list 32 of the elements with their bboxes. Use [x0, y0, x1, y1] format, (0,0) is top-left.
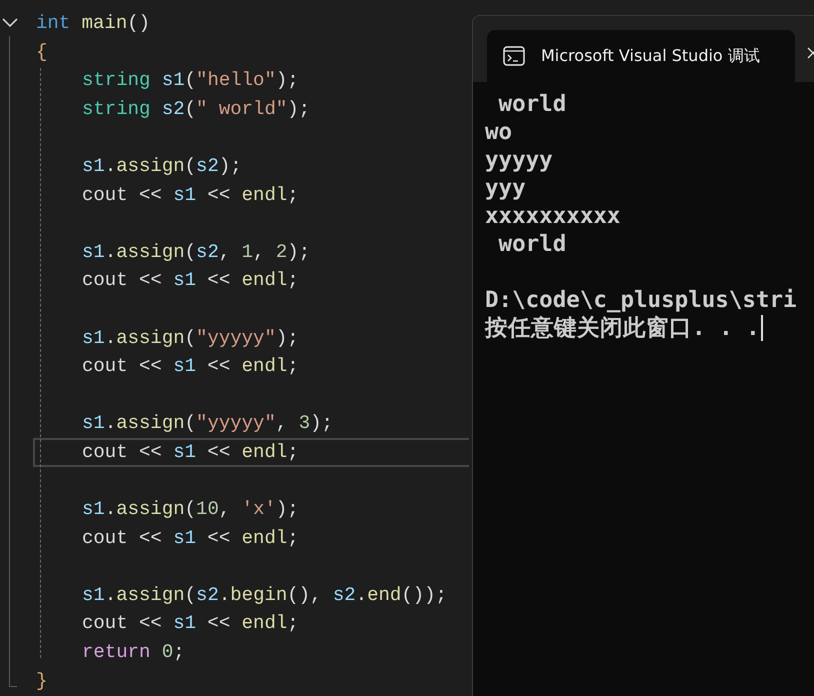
tab-title: Microsoft Visual Studio 调试	[541, 46, 760, 66]
output-line: 按任意键关闭此窗口. . .	[485, 314, 760, 342]
text-cursor	[760, 315, 763, 341]
code-line: s1.assign(s2.begin(), s2.end());	[81, 584, 447, 606]
terminal-icon	[503, 46, 525, 66]
code-line: s1.assign(10, 'x');	[81, 498, 299, 520]
code-line: cout << s1 << endl;	[81, 612, 299, 634]
terminal-tab[interactable]: Microsoft Visual Studio 调试	[487, 30, 795, 82]
output-line: world	[498, 90, 566, 118]
output-line: xxxxxxxxxx	[485, 202, 620, 230]
output-line: wo	[485, 118, 512, 146]
code-line: }	[36, 670, 48, 692]
code-line: cout << s1 << endl;	[81, 355, 299, 378]
collapse-chevron-icon[interactable]	[2, 18, 18, 28]
code-line: s1.assign("yyyyy");	[81, 326, 299, 349]
code-line: s1.assign("yyyyy", 3);	[81, 412, 333, 434]
output-line: D:\code\c_plusplus\stri	[485, 286, 797, 314]
code-line: string s1("hello");	[81, 69, 299, 92]
close-icon[interactable]	[807, 47, 814, 59]
output-line: yyyyy	[485, 146, 553, 174]
code-line: return 0;	[81, 641, 185, 664]
code-line: {	[36, 40, 48, 63]
code-line: cout << s1 << endl;	[81, 184, 299, 206]
code-line: string s2(" world");	[81, 98, 310, 120]
output-line: world	[498, 230, 566, 258]
code-line: cout << s1 << endl;	[81, 269, 299, 292]
code-line: s1.assign(s2, 1, 2);	[81, 240, 310, 263]
output-line: yyy	[485, 174, 526, 202]
code-line: cout << s1 << endl;	[81, 526, 299, 549]
code-line: s1.assign(s2);	[81, 154, 242, 177]
code-line: cout << s1 << endl;	[81, 440, 299, 463]
code-line: int main()	[36, 12, 150, 34]
